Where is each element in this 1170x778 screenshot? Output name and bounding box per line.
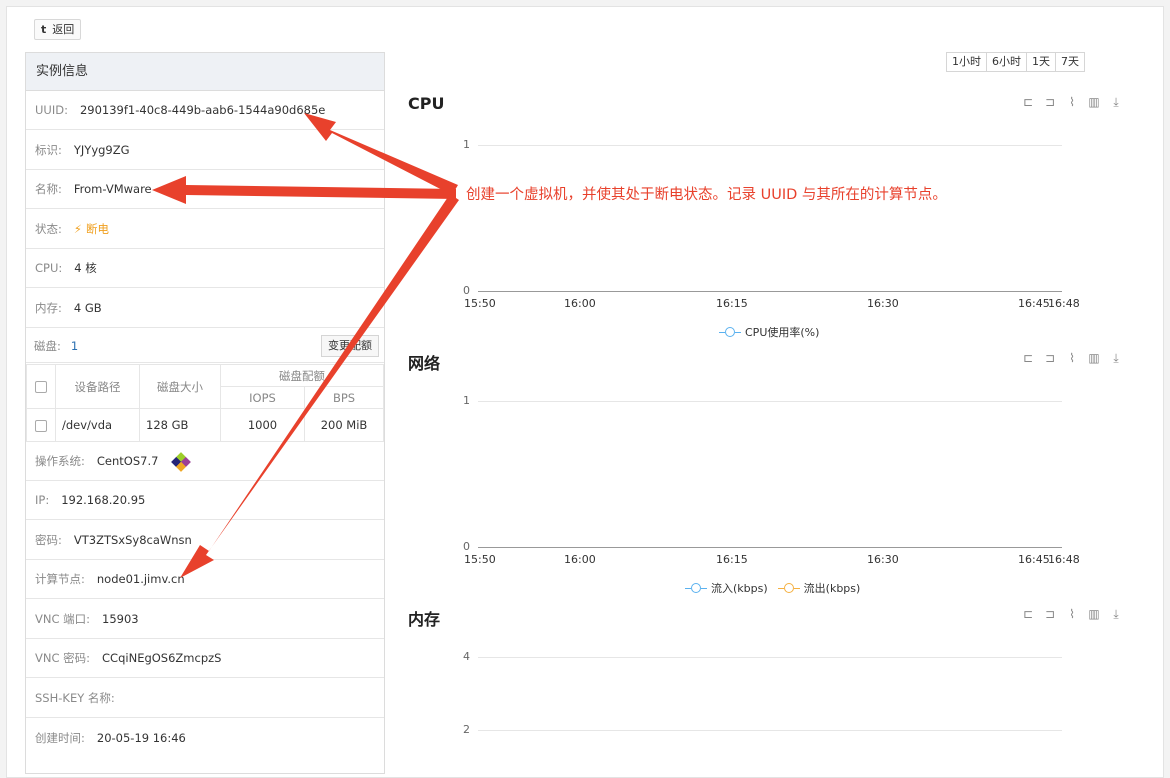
annotation-arrows — [152, 113, 459, 578]
arrow-to-name — [152, 176, 456, 204]
arrow-to-node — [180, 194, 459, 578]
arrow-to-uuid — [304, 113, 458, 195]
